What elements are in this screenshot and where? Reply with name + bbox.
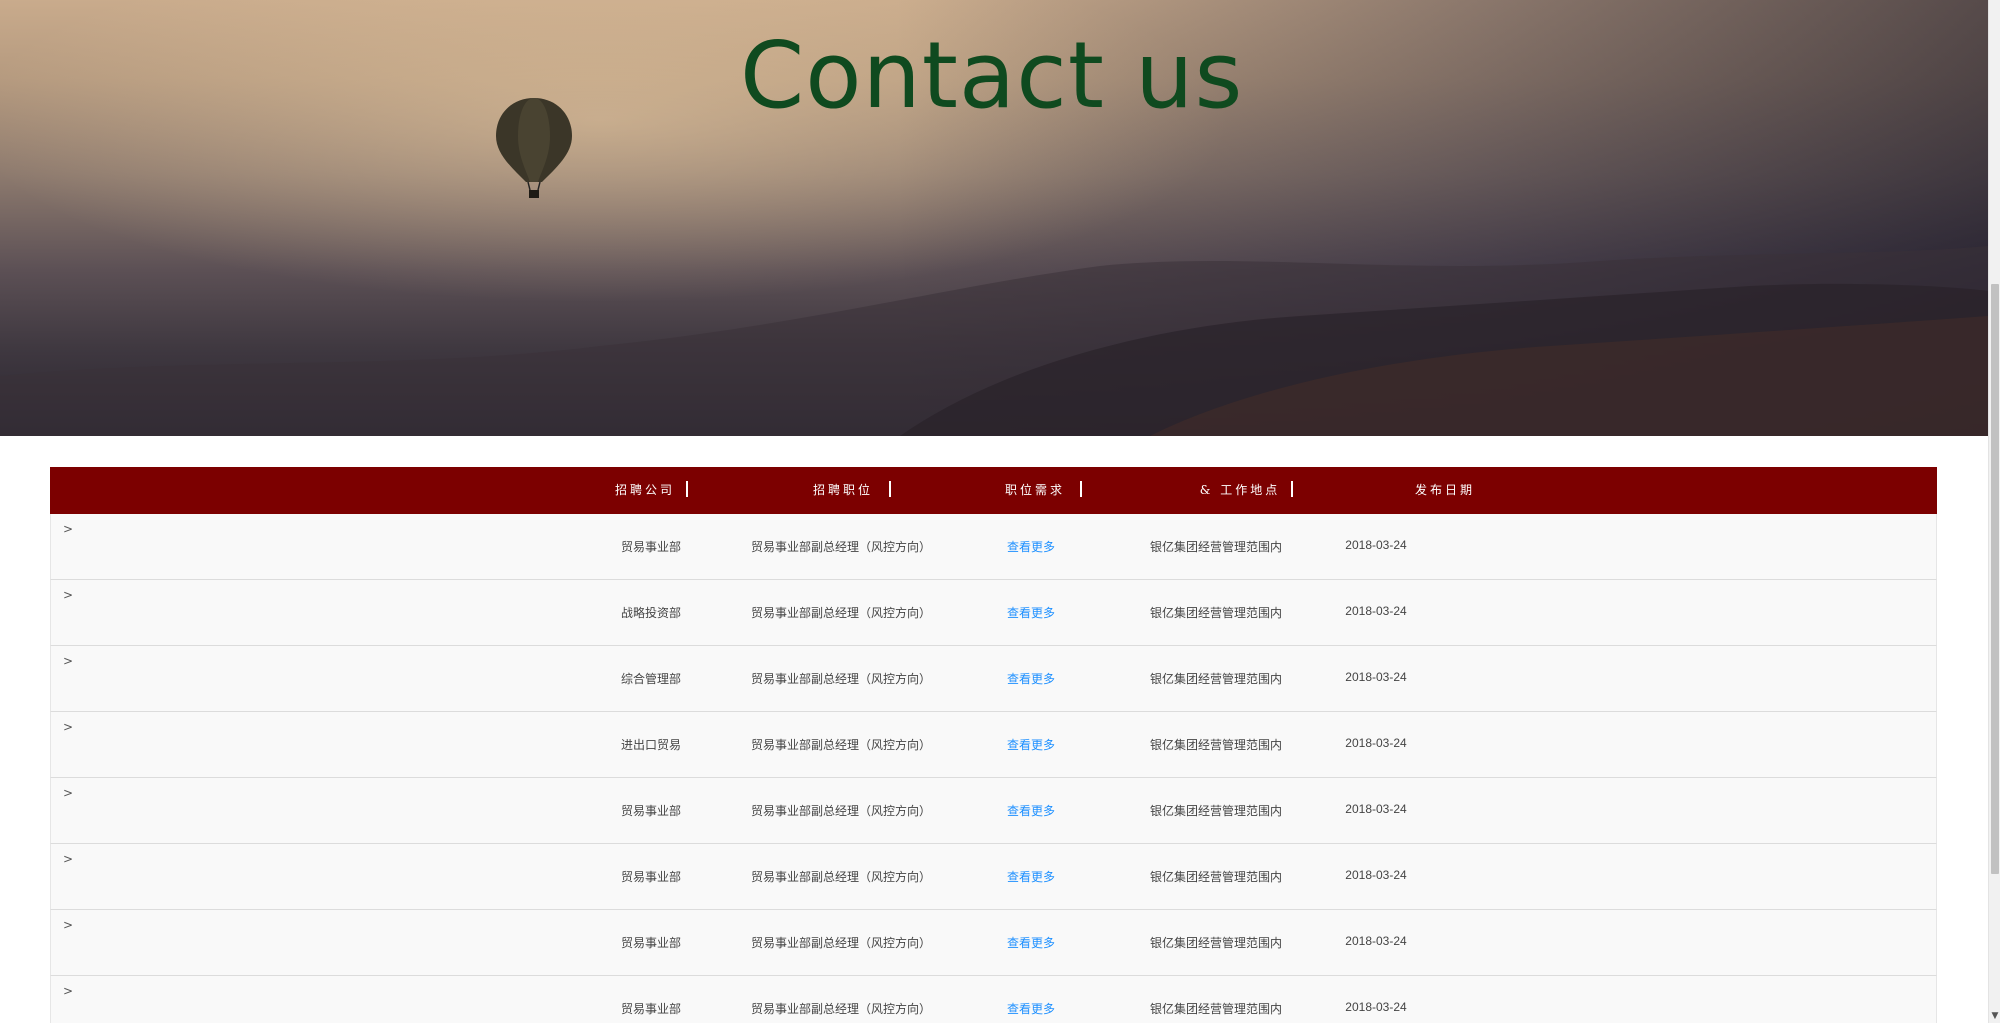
- table-row[interactable]: > 贸易事业部 贸易事业部副总经理（风控方向） 查看更多 银亿集团经营管理范围内 2018…: [50, 514, 1937, 580]
- table-row[interactable]: > 贸易事业部 贸易事业部副总经理（风控方向） 查看更多 银亿集团经营管理范围内 2018…: [50, 778, 1937, 844]
- chevron-right-icon[interactable]: >: [63, 918, 73, 932]
- cell-date: 2018-03-24: [1345, 934, 1407, 948]
- page-title: Contact us: [740, 22, 1244, 129]
- column-header-date: 发布日期: [1414, 483, 1475, 497]
- table-row[interactable]: > 贸易事业部 贸易事业部副总经理（风控方向） 查看更多 银亿集团经营管理范围内 2018…: [50, 976, 1937, 1023]
- cell-date: 2018-03-24: [1345, 802, 1407, 816]
- table-row[interactable]: > 进出口贸易 贸易事业部副总经理（风控方向） 查看更多 银亿集团经营管理范围内 2018…: [50, 712, 1937, 778]
- table-header: 招聘公司 招聘职位 职位需求 & 工作地点 发布日期: [50, 467, 1937, 514]
- chevron-right-icon[interactable]: >: [63, 984, 73, 998]
- chevron-right-icon[interactable]: >: [63, 720, 73, 734]
- vertical-scrollbar[interactable]: ▼: [1988, 0, 2000, 1023]
- table-row[interactable]: > 战略投资部 贸易事业部副总经理（风控方向） 查看更多 银亿集团经营管理范围内 2018…: [50, 580, 1937, 646]
- table-row[interactable]: > 贸易事业部 贸易事业部副总经理（风控方向） 查看更多 银亿集团经营管理范围内 2018…: [50, 910, 1937, 976]
- chevron-right-icon[interactable]: >: [63, 654, 73, 668]
- cell-date: 2018-03-24: [1345, 670, 1407, 684]
- column-header-company: 招聘公司: [614, 483, 675, 497]
- cell-date: 2018-03-24: [1345, 736, 1407, 750]
- chevron-right-icon[interactable]: >: [63, 522, 73, 536]
- page: Contact us 招聘公司 招聘职位 职位需求 & 工作地点 发布日期 > 贸…: [0, 0, 2000, 1023]
- header-divider: [1080, 481, 1082, 497]
- cell-date: 2018-03-24: [1345, 604, 1407, 618]
- header-divider: [686, 481, 688, 497]
- hot-air-balloon-image: [496, 98, 572, 198]
- column-header-requirement: 职位需求: [1004, 483, 1065, 497]
- chevron-right-icon[interactable]: >: [63, 852, 73, 866]
- header-divider: [1291, 481, 1293, 497]
- hero-banner: Contact us: [0, 0, 1988, 436]
- header-divider: [889, 481, 891, 497]
- chevron-down-icon[interactable]: ▼: [1989, 1009, 2000, 1023]
- banner-hills-image: [0, 246, 1988, 436]
- cell-date: 2018-03-24: [1345, 868, 1407, 882]
- chevron-right-icon[interactable]: >: [63, 588, 73, 602]
- table-body: > 贸易事业部 贸易事业部副总经理（风控方向） 查看更多 银亿集团经营管理范围内 2018…: [50, 514, 1937, 1023]
- cell-date: 2018-03-24: [1345, 538, 1407, 552]
- table-row[interactable]: > 贸易事业部 贸易事业部副总经理（风控方向） 查看更多 银亿集团经营管理范围内 2018…: [50, 844, 1937, 910]
- table-row[interactable]: > 综合管理部 贸易事业部副总经理（风控方向） 查看更多 银亿集团经营管理范围内 2018…: [50, 646, 1937, 712]
- column-header-position: 招聘职位: [812, 483, 873, 497]
- cell-date: 2018-03-24: [1345, 1000, 1407, 1014]
- column-header-location: & 工作地点: [1199, 483, 1281, 497]
- chevron-right-icon[interactable]: >: [63, 786, 73, 800]
- job-listing-table: 招聘公司 招聘职位 职位需求 & 工作地点 发布日期 > 贸易事业部 贸易事业部副总…: [50, 467, 1937, 1023]
- scrollbar-thumb[interactable]: [1991, 284, 1999, 874]
